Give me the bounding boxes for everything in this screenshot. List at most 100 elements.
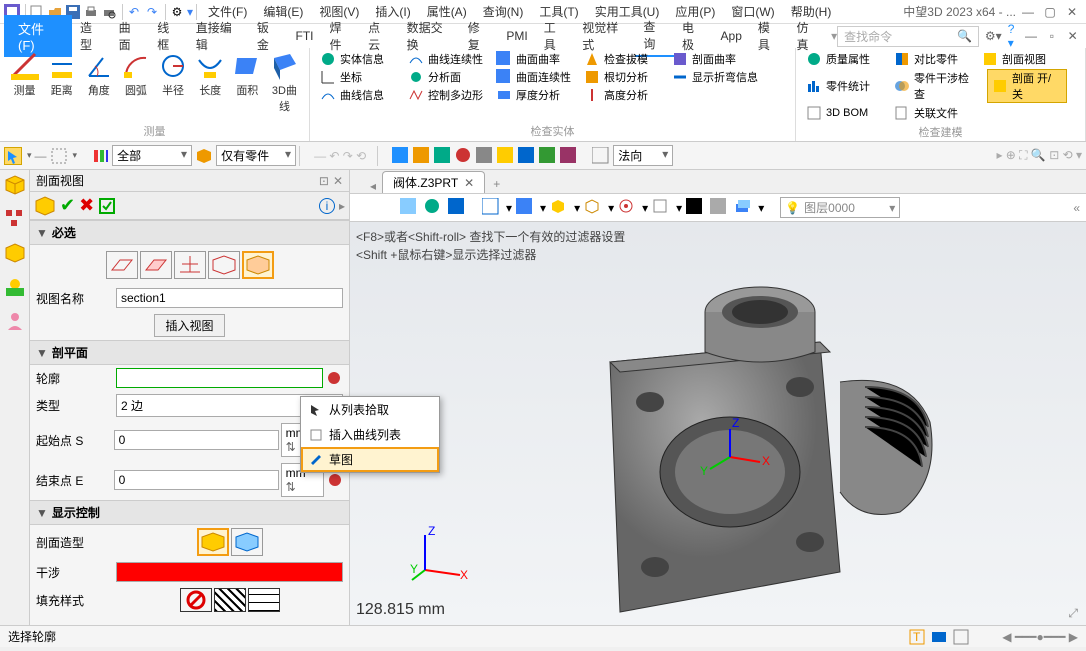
- cmd-bend-info[interactable]: 显示折弯信息: [672, 69, 758, 85]
- vt3[interactable]: [448, 198, 468, 218]
- cmd-compare[interactable]: 对比零件: [894, 51, 974, 67]
- direction-combo[interactable]: 法向▾: [613, 145, 673, 166]
- cmd-angle[interactable]: 角度: [81, 52, 116, 119]
- shape-opt-1[interactable]: [197, 528, 229, 556]
- cmd-3dcurve[interactable]: 3D曲线: [267, 52, 302, 119]
- doc-close-icon[interactable]: ✕: [1063, 29, 1082, 43]
- cmd-surf-curv[interactable]: 曲面曲率: [496, 51, 576, 67]
- plane-opt-5[interactable]: [242, 251, 274, 279]
- cmd-section-view[interactable]: 剖面视图: [982, 51, 1062, 67]
- panel-pin-icon[interactable]: ⊡: [319, 174, 329, 188]
- tab-app2[interactable]: App: [713, 26, 750, 46]
- cmd-section-curv[interactable]: 剖面曲率: [672, 51, 752, 67]
- doc-max-icon[interactable]: ▫: [1042, 29, 1061, 43]
- filter-combo[interactable]: 全部▾: [112, 145, 192, 166]
- vt-shade[interactable]: [516, 198, 536, 218]
- end-pick-icon[interactable]: [326, 471, 343, 489]
- settings-icon[interactable]: ⚙▾: [985, 29, 1002, 43]
- view-name-input[interactable]: [116, 288, 343, 308]
- cmd-radius[interactable]: 半径: [156, 52, 191, 119]
- tab-fti[interactable]: FTI: [287, 26, 321, 46]
- vt-black[interactable]: [686, 198, 706, 218]
- cmd-section-toggle[interactable]: 剖面 开/关: [987, 69, 1067, 103]
- cmd-mass[interactable]: 质量属性: [806, 51, 886, 67]
- cmd-thickness[interactable]: 厚度分析: [496, 87, 576, 103]
- vt-stack[interactable]: [734, 198, 754, 218]
- insert-view-btn[interactable]: 插入视图: [154, 314, 224, 337]
- cmd-distance[interactable]: 距离: [44, 52, 79, 119]
- vis5-icon[interactable]: [476, 147, 494, 165]
- profile-input[interactable]: [116, 368, 323, 388]
- 3d-canvas[interactable]: <F8>或者<Shift-roll> 查找下一个有效的过滤器设置 <Shift …: [350, 222, 1086, 625]
- end-input[interactable]: [114, 470, 279, 490]
- tree-icon[interactable]: [4, 208, 26, 230]
- tab-pmi[interactable]: PMI: [498, 26, 535, 46]
- plane-opt-2[interactable]: [140, 251, 172, 279]
- cmd-measure[interactable]: 测量: [7, 52, 42, 119]
- tab-add-icon[interactable]: +: [485, 175, 508, 193]
- vis1-icon[interactable]: [392, 147, 410, 165]
- tab-close-icon[interactable]: ✕: [464, 176, 474, 190]
- fill-hatch2[interactable]: [248, 588, 280, 612]
- start-input[interactable]: [114, 430, 279, 450]
- close-icon[interactable]: ✕: [1062, 5, 1082, 19]
- sb-slider[interactable]: ◀ ━━━●━━━ ▶: [1002, 630, 1078, 644]
- cmd-linked-files[interactable]: 关联文件: [894, 105, 974, 121]
- vt-grey[interactable]: [710, 198, 730, 218]
- apply-icon[interactable]: [98, 197, 116, 215]
- vt2[interactable]: [424, 198, 444, 218]
- vis7-icon[interactable]: [518, 147, 536, 165]
- vt-collapse-icon[interactable]: «: [1073, 201, 1080, 215]
- parts-only-icon[interactable]: [195, 147, 213, 165]
- interference-color[interactable]: [116, 562, 343, 582]
- cmd-height[interactable]: 高度分析: [584, 87, 664, 103]
- select-icon[interactable]: [4, 147, 22, 165]
- cmd-ctrl-poly[interactable]: 控制多边形: [408, 87, 488, 103]
- vis2-icon[interactable]: [413, 147, 431, 165]
- section-required[interactable]: ▼必选: [30, 220, 349, 245]
- cmd-curve-cont[interactable]: 曲线连续性: [408, 51, 488, 67]
- min-icon[interactable]: —: [1018, 5, 1038, 19]
- cmd-coord[interactable]: 坐标: [320, 69, 400, 85]
- document-tab[interactable]: 阀体.Z3PRT✕: [382, 171, 485, 193]
- cancel-icon[interactable]: ✖: [79, 195, 94, 216]
- plane-opt-1[interactable]: [106, 251, 138, 279]
- vis9-icon[interactable]: [560, 147, 578, 165]
- expand-icon[interactable]: ▸: [339, 199, 345, 213]
- fill-none[interactable]: [180, 588, 212, 612]
- vis6-icon[interactable]: [497, 147, 515, 165]
- parts-combo[interactable]: 仅有零件▾: [216, 145, 296, 166]
- filter-icon[interactable]: [91, 147, 109, 165]
- help-icon[interactable]: ?▾: [1008, 22, 1020, 50]
- doc-min-icon[interactable]: —: [1022, 29, 1041, 43]
- max-icon[interactable]: ▢: [1040, 5, 1060, 19]
- box2-icon[interactable]: [4, 242, 26, 264]
- cmd-length[interactable]: 长度: [193, 52, 228, 119]
- ctx-insert-curve[interactable]: 插入曲线列表: [301, 422, 439, 447]
- cmd-analyze-face[interactable]: 分析面: [408, 69, 488, 85]
- vis3-icon[interactable]: [434, 147, 452, 165]
- cmd-arc[interactable]: 圆弧: [118, 52, 153, 119]
- vt1[interactable]: [400, 198, 420, 218]
- vt-wire[interactable]: [482, 198, 502, 218]
- profile-pick-icon[interactable]: [325, 369, 343, 387]
- vt-box[interactable]: [550, 198, 570, 218]
- scene-icon[interactable]: [4, 276, 26, 298]
- cmd-surf-cont[interactable]: 曲面连续性: [496, 69, 576, 85]
- vt-panel[interactable]: [652, 198, 672, 218]
- cmd-part-stats[interactable]: 零件统计: [806, 78, 886, 94]
- plane-opt-3[interactable]: [174, 251, 206, 279]
- ok-icon[interactable]: ✔: [60, 195, 75, 216]
- shape-opt-2[interactable]: [231, 528, 263, 556]
- info-icon[interactable]: i: [319, 198, 335, 214]
- cube-icon[interactable]: [34, 195, 56, 217]
- section-display[interactable]: ▼显示控制: [30, 500, 349, 525]
- command-search[interactable]: 查找命令🔍: [837, 26, 979, 47]
- cmd-curve-info[interactable]: 曲线信息: [320, 87, 400, 103]
- section-cutplane[interactable]: ▼剖平面: [30, 340, 349, 365]
- ctx-sketch[interactable]: 草图: [301, 447, 439, 472]
- fill-hatch1[interactable]: [214, 588, 246, 612]
- plane-opt-4[interactable]: [208, 251, 240, 279]
- vis8-icon[interactable]: [539, 147, 557, 165]
- cmd-undercut[interactable]: 根切分析: [584, 69, 664, 85]
